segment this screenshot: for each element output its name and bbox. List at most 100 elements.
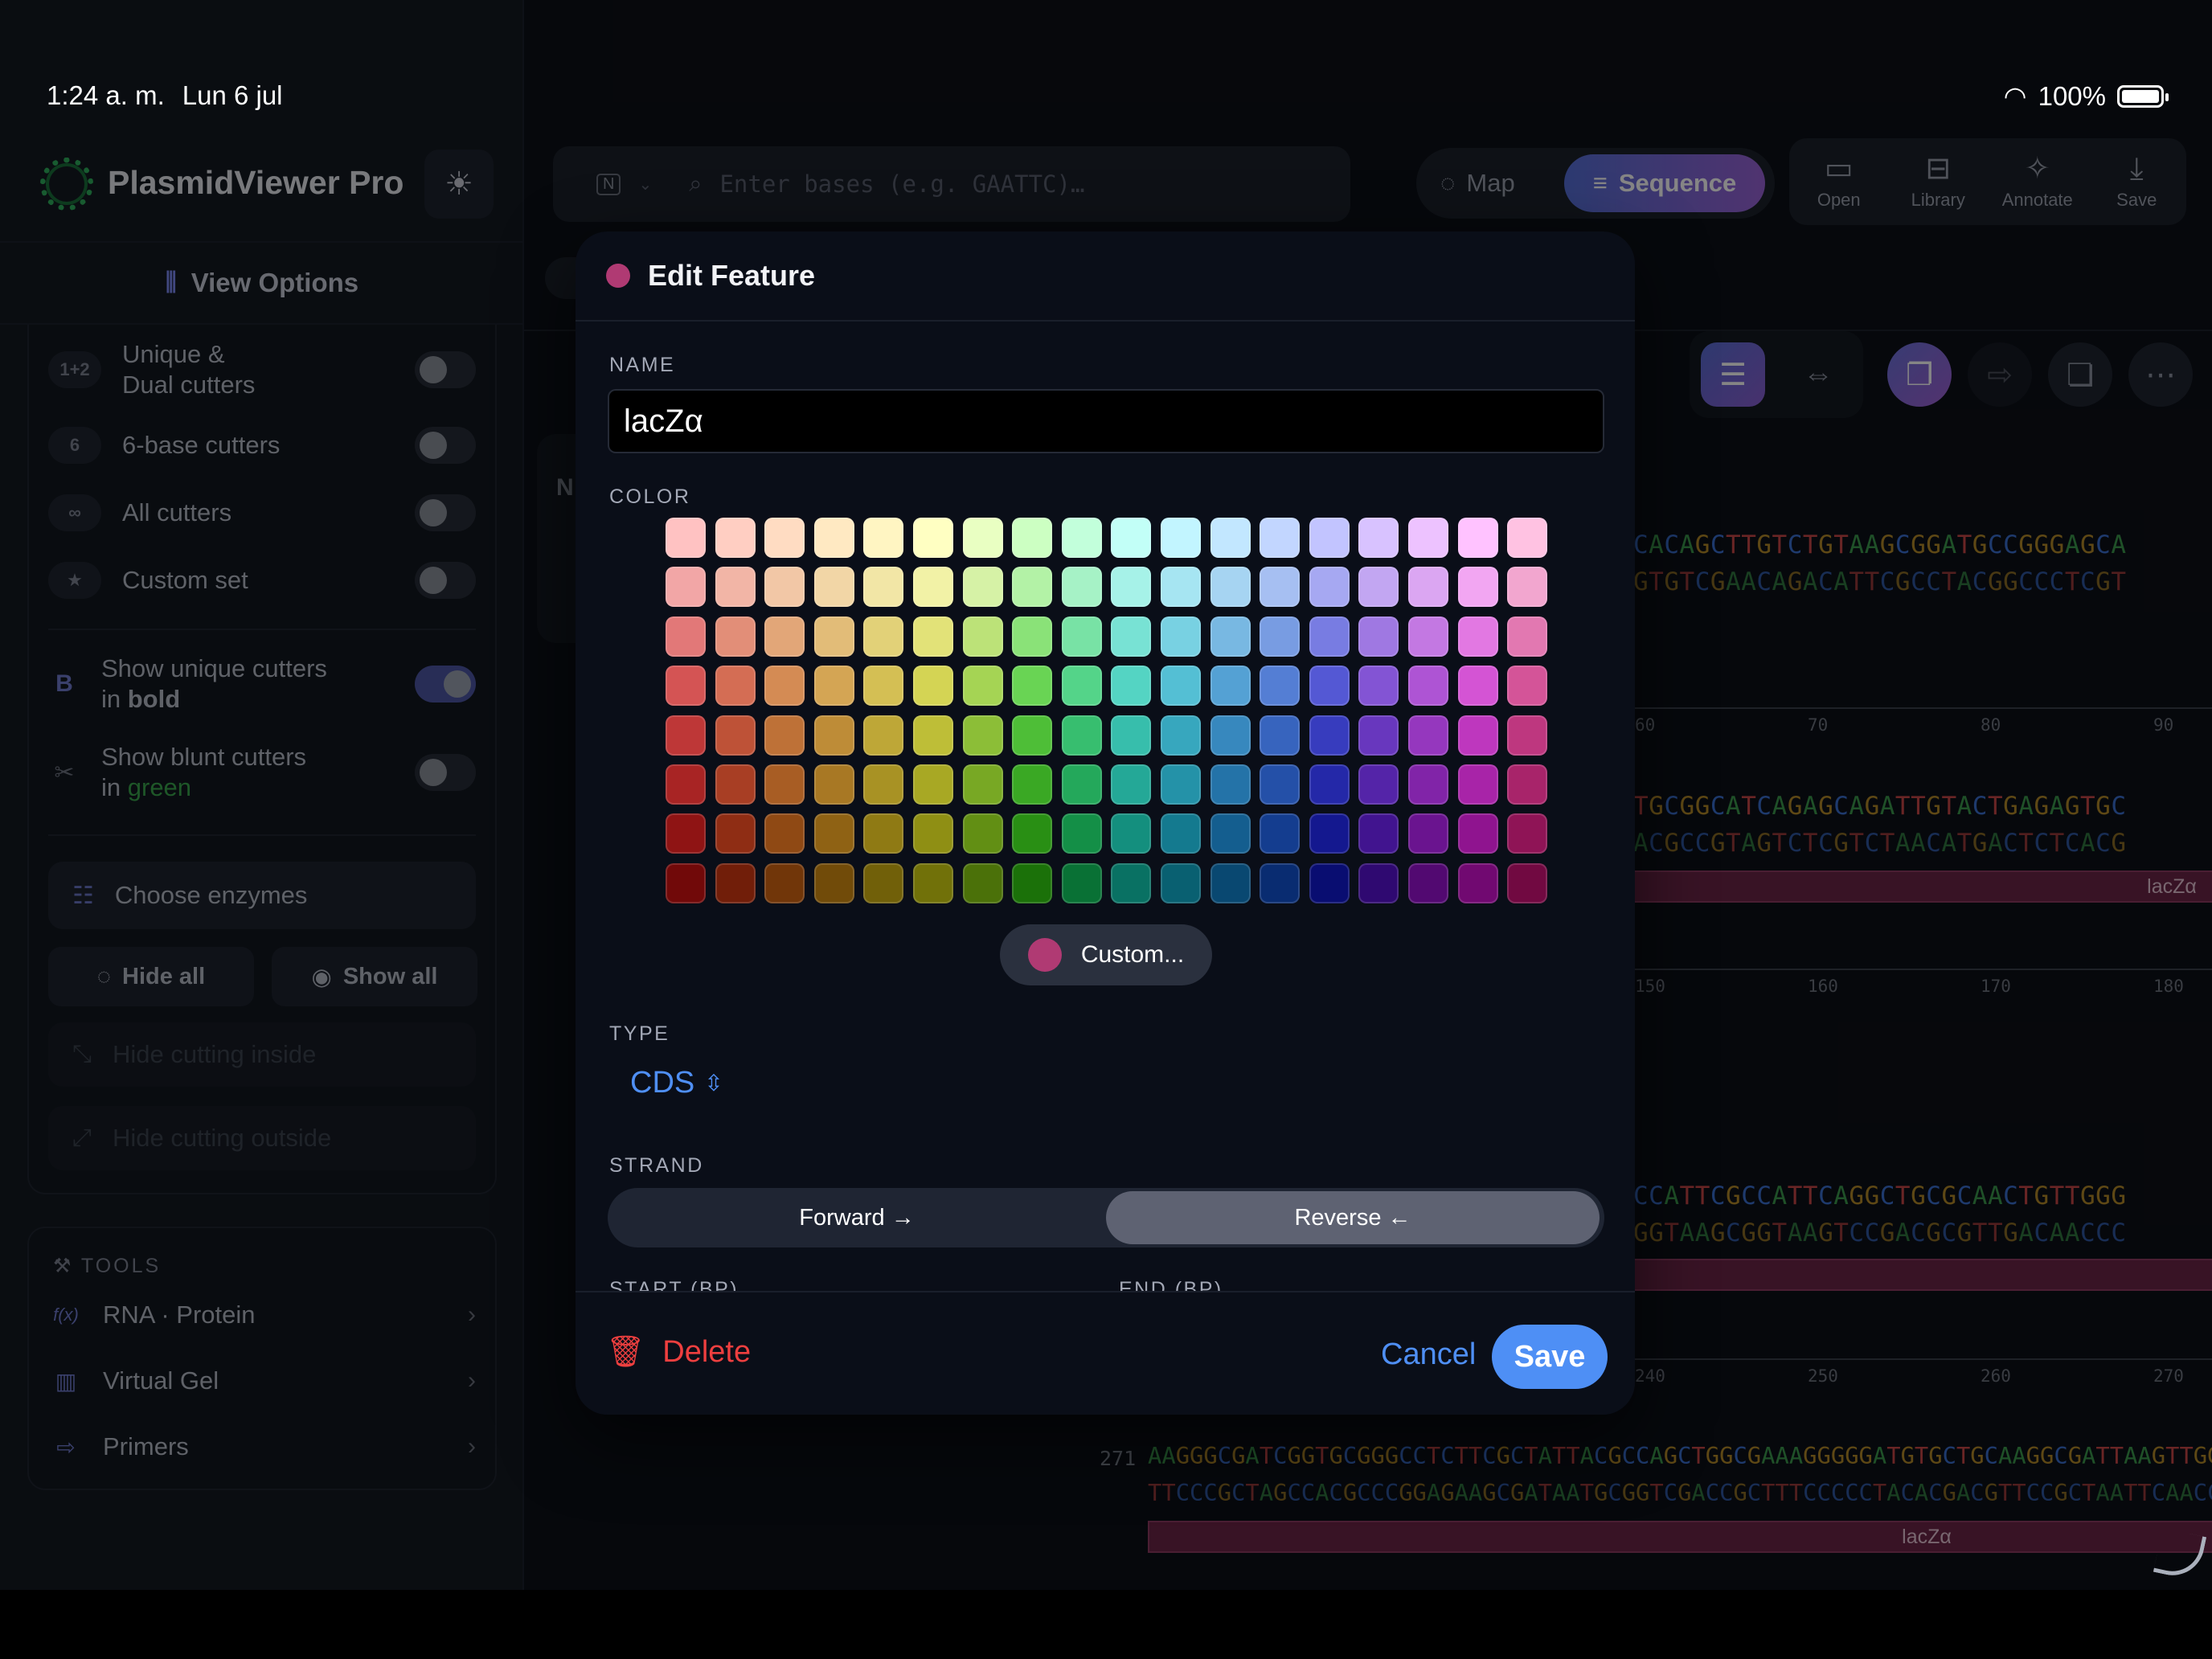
color-swatch[interactable] (1061, 518, 1102, 558)
color-swatch[interactable] (813, 616, 854, 657)
color-swatch[interactable] (764, 715, 805, 756)
color-swatch[interactable] (1012, 813, 1053, 854)
color-swatch[interactable] (764, 813, 805, 854)
color-swatch[interactable] (1408, 616, 1448, 657)
color-swatch[interactable] (913, 666, 953, 707)
color-swatch[interactable] (666, 862, 706, 903)
color-swatch[interactable] (764, 666, 805, 707)
color-swatch[interactable] (715, 764, 756, 805)
color-swatch[interactable] (1161, 715, 1201, 756)
color-swatch[interactable] (1408, 715, 1448, 756)
color-swatch[interactable] (764, 764, 805, 805)
color-swatch[interactable] (1408, 862, 1448, 903)
color-swatch[interactable] (962, 616, 1003, 657)
color-swatch[interactable] (1161, 518, 1201, 558)
color-swatch[interactable] (1507, 567, 1548, 608)
color-swatch[interactable] (1309, 666, 1350, 707)
color-swatch[interactable] (1260, 862, 1301, 903)
color-swatch[interactable] (1111, 567, 1152, 608)
color-swatch[interactable] (1260, 567, 1301, 608)
color-swatch[interactable] (715, 862, 756, 903)
color-swatch[interactable] (1111, 813, 1152, 854)
color-swatch[interactable] (1161, 862, 1201, 903)
color-swatch[interactable] (863, 715, 904, 756)
color-swatch[interactable] (666, 715, 706, 756)
color-swatch[interactable] (1408, 518, 1448, 558)
color-swatch[interactable] (1457, 616, 1498, 657)
color-swatch[interactable] (1210, 616, 1251, 657)
color-swatch[interactable] (1012, 764, 1053, 805)
strand-reverse-option[interactable]: Reverse ← (1106, 1191, 1600, 1244)
color-swatch[interactable] (1210, 567, 1251, 608)
color-swatch[interactable] (962, 813, 1003, 854)
color-swatch[interactable] (1260, 813, 1301, 854)
color-swatch[interactable] (764, 862, 805, 903)
color-swatch[interactable] (913, 764, 953, 805)
color-swatch[interactable] (1111, 715, 1152, 756)
color-swatch[interactable] (1061, 862, 1102, 903)
color-swatch[interactable] (813, 518, 854, 558)
color-swatch[interactable] (1111, 764, 1152, 805)
strand-forward-option[interactable]: Forward → (608, 1188, 1106, 1247)
color-swatch[interactable] (1210, 518, 1251, 558)
color-swatch[interactable] (1358, 616, 1399, 657)
color-swatch[interactable] (666, 813, 706, 854)
color-swatch[interactable] (1061, 616, 1102, 657)
color-swatch[interactable] (1260, 518, 1301, 558)
color-swatch[interactable] (1161, 764, 1201, 805)
color-swatch[interactable] (913, 616, 953, 657)
color-swatch[interactable] (1012, 715, 1053, 756)
color-swatch[interactable] (1012, 862, 1053, 903)
color-swatch[interactable] (1358, 666, 1399, 707)
color-swatch[interactable] (715, 567, 756, 608)
color-swatch[interactable] (1061, 666, 1102, 707)
color-swatch[interactable] (1457, 862, 1498, 903)
color-swatch[interactable] (1161, 666, 1201, 707)
color-swatch[interactable] (863, 862, 904, 903)
color-swatch[interactable] (1210, 813, 1251, 854)
color-swatch[interactable] (1210, 764, 1251, 805)
color-swatch[interactable] (863, 666, 904, 707)
color-swatch[interactable] (1408, 666, 1448, 707)
color-swatch[interactable] (813, 715, 854, 756)
color-swatch[interactable] (863, 567, 904, 608)
color-swatch[interactable] (863, 518, 904, 558)
color-swatch[interactable] (863, 616, 904, 657)
color-swatch[interactable] (913, 862, 953, 903)
color-swatch[interactable] (1358, 715, 1399, 756)
color-swatch[interactable] (1507, 616, 1548, 657)
color-swatch[interactable] (715, 616, 756, 657)
color-swatch[interactable] (813, 567, 854, 608)
color-swatch[interactable] (1358, 862, 1399, 903)
color-swatch[interactable] (666, 666, 706, 707)
color-swatch[interactable] (1061, 764, 1102, 805)
color-swatch[interactable] (1260, 616, 1301, 657)
color-swatch[interactable] (1507, 518, 1548, 558)
color-swatch[interactable] (1061, 715, 1102, 756)
color-swatch[interactable] (1260, 715, 1301, 756)
color-swatch[interactable] (1309, 813, 1350, 854)
color-swatch[interactable] (1309, 862, 1350, 903)
color-swatch[interactable] (1358, 567, 1399, 608)
color-swatch[interactable] (1260, 764, 1301, 805)
color-swatch[interactable] (666, 764, 706, 805)
color-swatch[interactable] (1358, 518, 1399, 558)
color-swatch[interactable] (1309, 616, 1350, 657)
color-swatch[interactable] (1210, 715, 1251, 756)
color-swatch[interactable] (1408, 813, 1448, 854)
color-swatch[interactable] (1061, 567, 1102, 608)
color-swatch[interactable] (913, 813, 953, 854)
color-swatch[interactable] (1507, 666, 1548, 707)
color-swatch[interactable] (1507, 764, 1548, 805)
color-swatch[interactable] (1408, 764, 1448, 805)
color-swatch[interactable] (1012, 567, 1053, 608)
type-picker[interactable]: CDS ⇳ (630, 1066, 723, 1100)
color-swatch[interactable] (813, 764, 854, 805)
color-swatch[interactable] (913, 567, 953, 608)
color-swatch[interactable] (1457, 666, 1498, 707)
color-swatch[interactable] (962, 518, 1003, 558)
color-swatch[interactable] (1457, 518, 1498, 558)
custom-color-button[interactable]: Custom... (1000, 924, 1212, 985)
color-swatch[interactable] (913, 715, 953, 756)
color-swatch[interactable] (1012, 616, 1053, 657)
